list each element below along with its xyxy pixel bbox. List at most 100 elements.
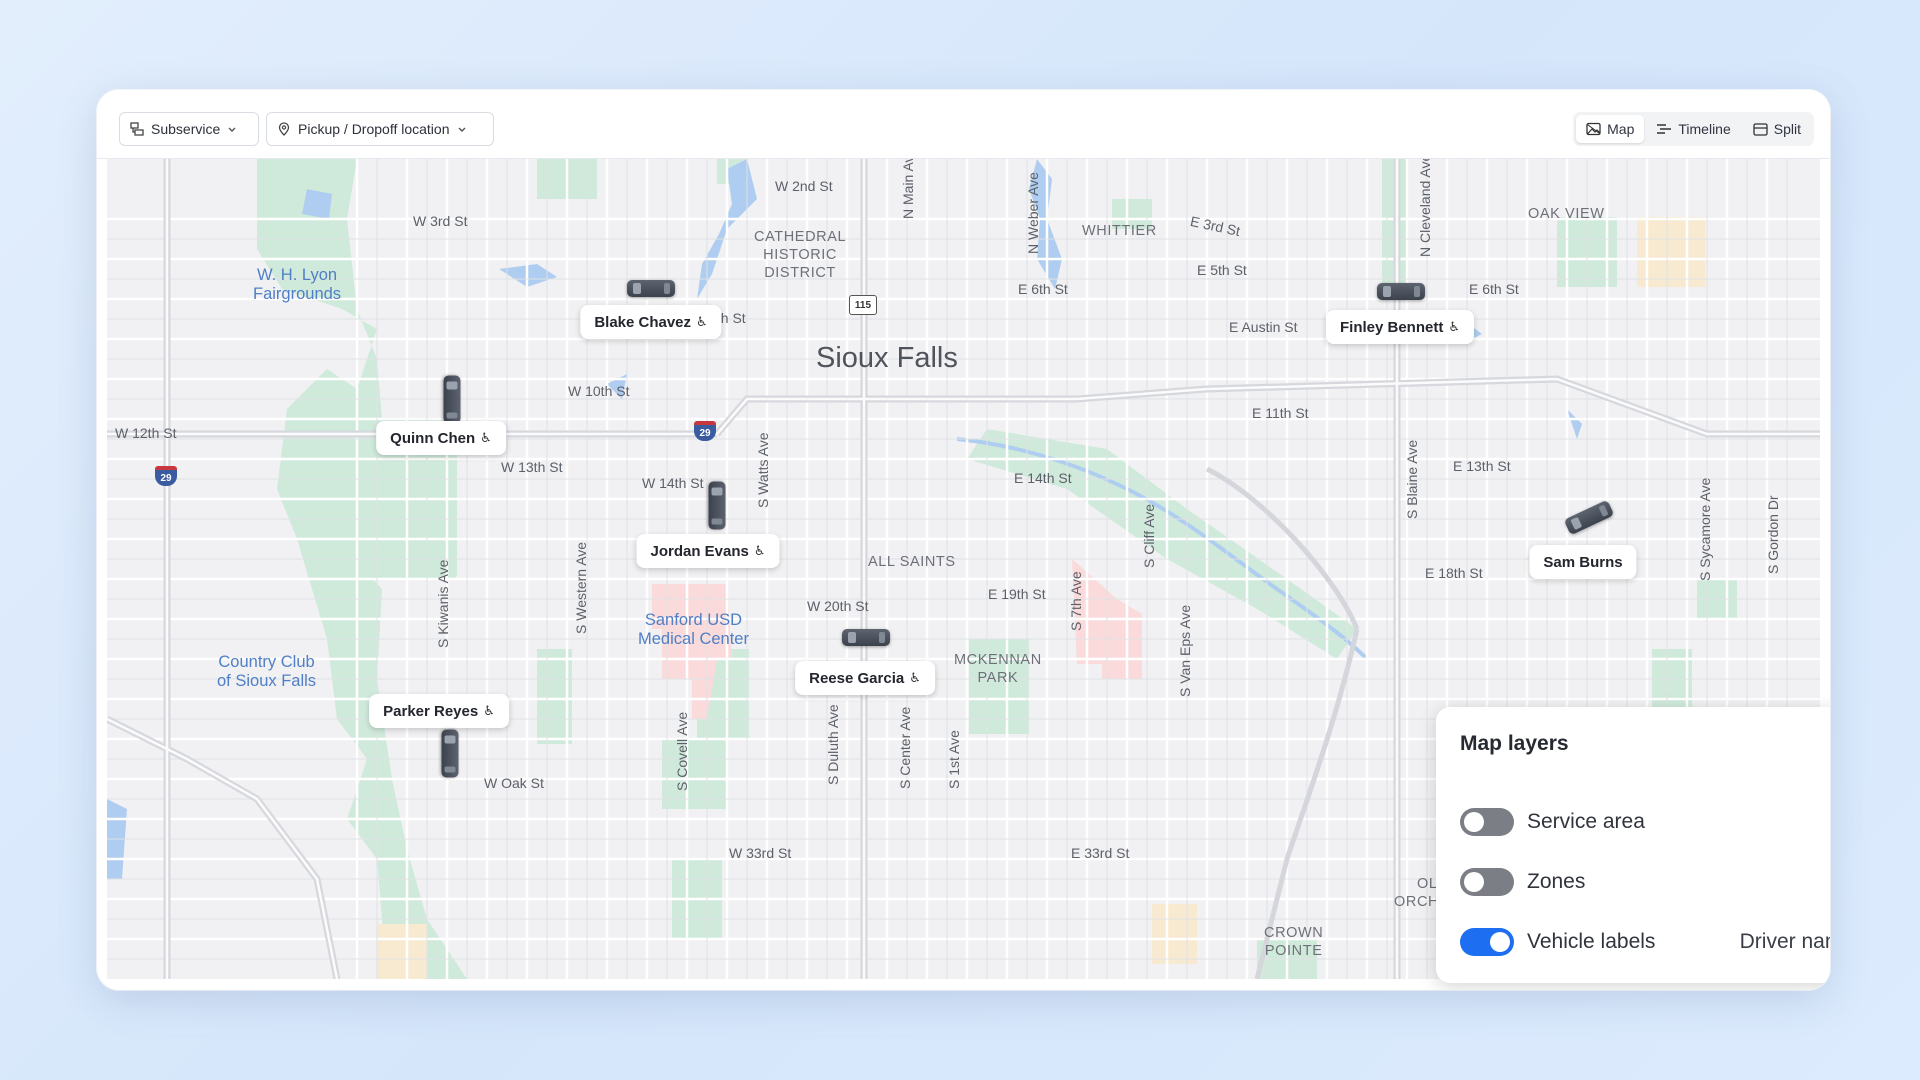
app-window: Subservice Pickup / Dropoff location Map… <box>97 90 1830 990</box>
chevron-down-icon <box>458 127 465 132</box>
street-label: W 12th St <box>115 425 177 441</box>
street-label: S Duluth Ave <box>825 704 841 785</box>
pickup-dropoff-dropdown[interactable]: Pickup / Dropoff location <box>266 112 494 146</box>
chevron-down-icon <box>228 127 236 132</box>
vehicle-marker[interactable] <box>627 280 675 297</box>
accessible-icon: ♿ <box>480 430 492 445</box>
location-pin-icon <box>278 122 290 136</box>
map-icon <box>1586 122 1601 136</box>
vehicle-marker[interactable] <box>1377 283 1425 300</box>
view-split-button[interactable]: Split <box>1743 115 1811 143</box>
vehicle-label[interactable]: Blake Chavez ♿ <box>580 305 722 339</box>
street-label: E 13th St <box>1453 458 1511 474</box>
view-switcher: Map Timeline Split <box>1573 112 1814 146</box>
driver-name: Quinn Chen <box>390 429 476 447</box>
street-label: W 14th St <box>642 475 704 491</box>
street-label: N Weber Ave <box>1025 172 1041 254</box>
accessible-icon: ♿ <box>1448 319 1461 334</box>
district-label-cathedral: CATHEDRAL HISTORIC DISTRICT <box>754 229 847 281</box>
zones-label: Zones <box>1527 870 1586 893</box>
vehicle-labels-toggle[interactable] <box>1460 928 1514 956</box>
poi-label-sanford-medical: Sanford USD Medical Center <box>638 611 749 648</box>
vehicle-marker[interactable] <box>441 729 459 778</box>
district-label-crown-pointe: CROWN POINTE <box>1264 925 1324 959</box>
vehicle-labels-label: Vehicle labels <box>1527 930 1656 953</box>
driver-name: Sam Burns <box>1543 553 1623 571</box>
district-label-whittier: WHITTIER <box>1082 223 1157 239</box>
street-label: S Covell Ave <box>674 711 690 791</box>
view-timeline-button[interactable]: Timeline <box>1646 115 1740 143</box>
street-label: W 3rd St <box>413 213 468 229</box>
street-label: S 7th Ave <box>1068 571 1084 631</box>
street-label: E 19th St <box>988 586 1046 602</box>
street-label: S Gordon Dr <box>1765 495 1781 574</box>
street-label: W Oak St <box>484 775 544 791</box>
timeline-icon <box>1657 124 1672 134</box>
layer-row-vehicle-labels: Vehicle labels Driver name <box>1460 927 1830 957</box>
vehicle-labels-detail-button[interactable]: Driver name <box>1740 930 1830 954</box>
street-label: W 13th St <box>501 459 563 475</box>
vehicle-label[interactable]: Jordan Evans ♿ <box>636 534 780 568</box>
street-label: E 11th St <box>1252 405 1309 421</box>
street-label: E 33rd St <box>1071 845 1130 861</box>
pickup-dropoff-label: Pickup / Dropoff location <box>298 121 450 137</box>
street-label: S Watts Ave <box>755 432 771 508</box>
service-area-toggle[interactable] <box>1460 808 1514 836</box>
street-label: E 6th St <box>1469 281 1519 297</box>
street-label: N Cleveland Ave <box>1417 159 1433 257</box>
street-label: E 14th St <box>1014 470 1072 486</box>
vehicle-label[interactable]: Sam Burns <box>1529 545 1637 579</box>
view-map-button[interactable]: Map <box>1576 115 1645 143</box>
street-label: S Sycamore Ave <box>1697 477 1713 581</box>
interstate-shield: 29 <box>155 466 177 486</box>
zones-toggle[interactable] <box>1460 868 1514 896</box>
vehicle-marker[interactable] <box>443 375 461 424</box>
poi-label-fairgrounds: W. H. Lyon Fairgrounds <box>253 266 342 303</box>
street-label: E Austin St <box>1229 319 1298 335</box>
street-label: E 18th St <box>1425 565 1483 581</box>
accessible-icon: ♿ <box>753 543 766 558</box>
service-area-label: Service area <box>1527 810 1645 833</box>
street-label: S Western Ave <box>573 541 589 634</box>
vehicle-labels-value: Driver name <box>1739 930 1830 953</box>
vehicle-label[interactable]: Quinn Chen ♿ <box>376 421 506 455</box>
street-label: S Center Ave <box>897 706 913 789</box>
driver-name: Parker Reyes <box>383 702 479 720</box>
vehicle-label[interactable]: Parker Reyes ♿ <box>369 694 509 728</box>
subservice-icon <box>130 122 144 136</box>
driver-name: Finley Bennett <box>1339 318 1444 336</box>
map-layers-panel: Map layers Service area Zones 17 Vehicle… <box>1436 707 1830 983</box>
street-label: E 6th St <box>1018 281 1068 297</box>
vehicle-marker[interactable] <box>842 629 890 646</box>
driver-name: Blake Chavez <box>594 313 692 331</box>
accessible-icon: ♿ <box>696 314 708 329</box>
layer-row-zones: Zones 17 <box>1460 867 1830 897</box>
street-label: S Kiwanis Ave <box>435 559 451 648</box>
street-label: E 5th St <box>1197 262 1247 278</box>
view-timeline-label: Timeline <box>1678 121 1731 137</box>
street-label: W 33rd St <box>729 845 792 861</box>
subservice-dropdown[interactable]: Subservice <box>119 112 259 146</box>
street-label: S Cliff Ave <box>1141 503 1157 568</box>
layer-row-service-area: Service area <box>1460 807 1830 837</box>
interstate-shield: 29 <box>694 421 716 441</box>
city-label: Sioux Falls <box>816 342 958 374</box>
district-label-mckennan-park: MCKENNAN PARK <box>954 652 1042 686</box>
split-view-icon <box>1753 122 1768 136</box>
vehicle-marker[interactable] <box>708 481 726 530</box>
vehicle-label[interactable]: Reese Garcia ♿ <box>795 661 935 695</box>
street-label: N Main Ave <box>900 159 916 219</box>
district-label-oak-view: OAK VIEW <box>1528 206 1605 222</box>
street-label: W 20th St <box>807 598 869 614</box>
driver-name: Reese Garcia <box>809 669 905 687</box>
toolbar: Subservice Pickup / Dropoff location Map… <box>97 90 1830 159</box>
accessible-icon: ♿ <box>909 670 921 685</box>
map-layers-title: Map layers <box>1460 732 1569 755</box>
poi-label-country-club: Country Club of Sioux Falls <box>217 653 317 690</box>
view-split-label: Split <box>1773 121 1801 137</box>
driver-name: Jordan Evans <box>650 542 749 560</box>
district-label-all-saints: ALL SAINTS <box>868 554 956 570</box>
view-map-label: Map <box>1607 121 1635 137</box>
vehicle-label[interactable]: Finley Bennett ♿ <box>1325 310 1475 344</box>
highway-shield: 115 <box>849 295 877 315</box>
